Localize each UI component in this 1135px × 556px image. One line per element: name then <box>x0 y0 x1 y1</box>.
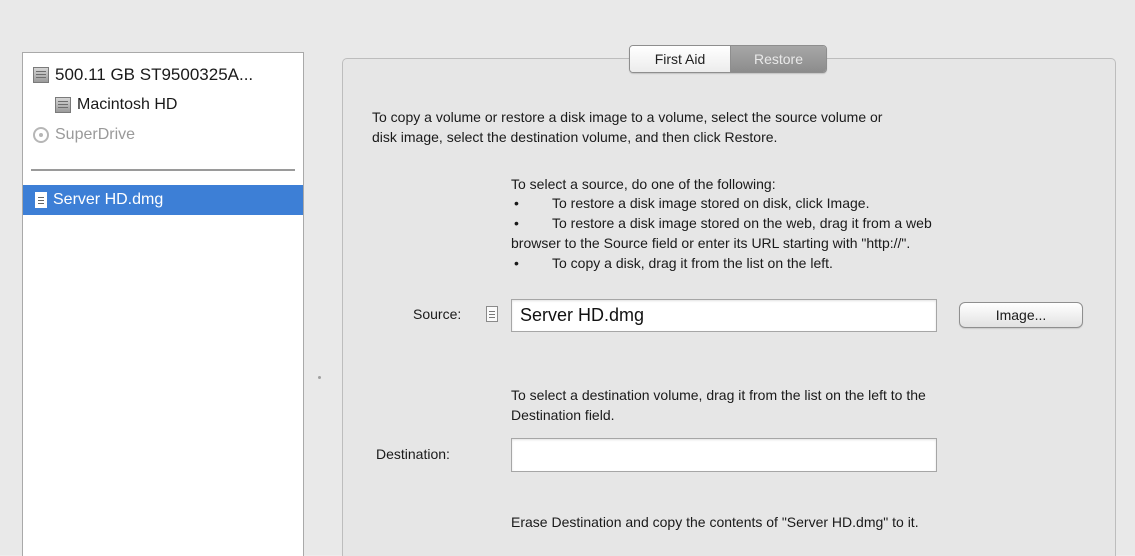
sidebar-item-superdrive[interactable]: SuperDrive <box>33 121 135 149</box>
sidebar-item-label: 500.11 GB ST9500325A... <box>55 65 254 84</box>
sidebar-item-label: Macintosh HD <box>77 96 178 113</box>
sidebar-item-physical-disk[interactable]: 500.11 GB ST9500325A... <box>33 61 253 89</box>
disk-image-icon <box>35 192 47 208</box>
source-instructions-heading: To select a source, do one of the follow… <box>511 176 776 192</box>
source-label: Source: <box>413 306 462 322</box>
bullet-glyph: • <box>514 215 519 231</box>
disk-utility-window: 500.11 GB ST9500325A... Macintosh HD Sup… <box>0 0 1135 556</box>
optical-drive-icon <box>33 127 49 143</box>
tab-first-aid[interactable]: First Aid <box>630 46 731 72</box>
destination-instructions-line1: To select a destination volume, drag it … <box>511 387 926 403</box>
destination-instructions-line2: Destination field. <box>511 407 615 423</box>
erase-destination-note: Erase Destination and copy the contents … <box>511 514 919 530</box>
bullet-glyph: • <box>514 195 519 211</box>
sidebar-item-server-hd-dmg[interactable]: Server HD.dmg <box>23 185 303 215</box>
sidebar-divider <box>31 169 295 172</box>
destination-label: Destination: <box>376 446 450 462</box>
source-bullet-2-line1: To restore a disk image stored on the we… <box>552 215 932 231</box>
split-view-handle[interactable] <box>318 376 321 379</box>
source-bullet-1: To restore a disk image stored on disk, … <box>552 195 870 211</box>
intro-text-line2: disk image, select the destination volum… <box>372 129 778 145</box>
tab-restore[interactable]: Restore <box>731 46 826 72</box>
bullet-glyph: • <box>514 255 519 271</box>
disk-image-icon <box>486 306 498 322</box>
sidebar-item-label: SuperDrive <box>55 126 136 143</box>
image-button[interactable]: Image... <box>959 302 1083 328</box>
sidebar-item-label: Server HD.dmg <box>53 191 164 208</box>
tab-bar: First Aid Restore <box>629 45 827 73</box>
source-bullet-2-line2: browser to the Source field or enter its… <box>511 235 911 251</box>
hard-disk-icon <box>33 67 49 83</box>
intro-text-line1: To copy a volume or restore a disk image… <box>372 109 883 125</box>
source-bullet-3: To copy a disk, drag it from the list on… <box>552 255 833 271</box>
volume-icon <box>55 97 71 113</box>
sidebar-item-macintosh-hd[interactable]: Macintosh HD <box>55 91 177 119</box>
destination-field[interactable] <box>511 438 937 472</box>
device-sidebar[interactable]: 500.11 GB ST9500325A... Macintosh HD Sup… <box>22 52 304 556</box>
source-field[interactable]: Server HD.dmg <box>511 299 937 332</box>
